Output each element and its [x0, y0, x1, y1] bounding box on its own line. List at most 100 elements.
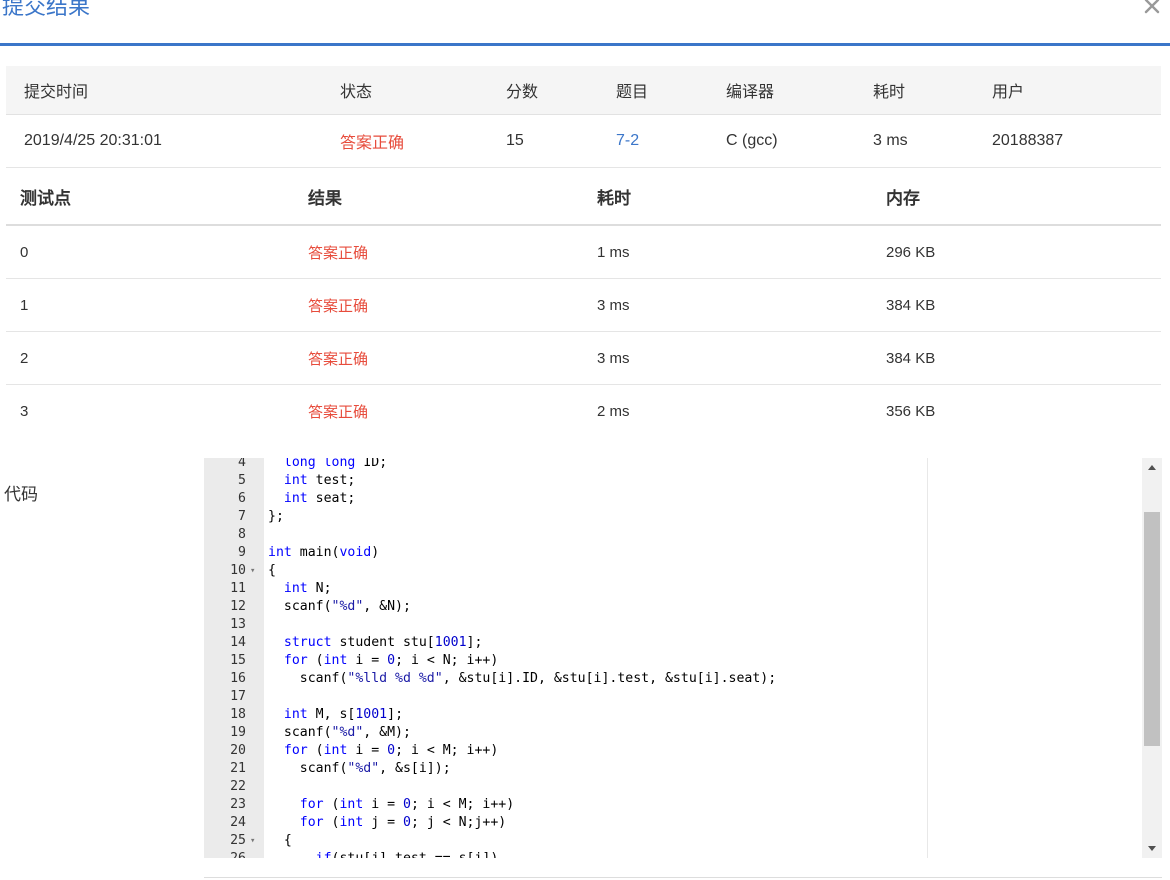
header-compiler: 编译器 — [726, 84, 775, 101]
scroll-down-icon[interactable] — [1142, 840, 1162, 858]
line-number: 10 — [230, 563, 246, 578]
line-number: 24 — [230, 815, 246, 830]
code-text: int test; — [283, 473, 356, 488]
summary-header-row: 提交时间 状态 分数 题目 编译器 耗时 用户 — [6, 66, 1161, 114]
code-text: for (int i = 0; i < M; i++) — [299, 797, 515, 812]
scroll-up-icon[interactable] — [1142, 458, 1162, 476]
code-line: 13 — [204, 616, 1162, 634]
dialog-title: 提交结果 — [2, 0, 91, 19]
header-result: 结果 — [308, 188, 342, 208]
code-line: 24 for (int j = 0; j < N;j++) — [204, 814, 1162, 832]
editor-scrollbar[interactable] — [1142, 458, 1162, 858]
line-number: 5 — [238, 473, 246, 488]
code-line: 18 int M, s[1001]; — [204, 706, 1162, 724]
code-text: if(stu[j].test == s[i]) — [268, 850, 499, 858]
test-result: 答案正确 — [308, 297, 369, 315]
code-text: }; — [268, 509, 284, 524]
code-line: 8 — [204, 526, 1162, 544]
code-lines: 4 long long ID; 5 int test; 6 int seat; 7};… — [204, 458, 1162, 858]
code-text: scanf("%d", &M); — [268, 725, 411, 740]
code-line: 11 int N; — [204, 580, 1162, 598]
line-number: 25 — [230, 833, 246, 848]
code-line: 21 scanf("%d", &s[i]); — [204, 760, 1162, 778]
code-text: scanf("%d", &s[i]); — [268, 761, 451, 776]
test-time: 2 ms — [597, 403, 630, 420]
test-time: 3 ms — [597, 296, 630, 314]
line-number: 6 — [238, 491, 246, 506]
user-value: 20188387 — [992, 132, 1064, 149]
line-number: 15 — [230, 653, 246, 668]
line-number: 11 — [230, 581, 246, 596]
header-memory: 内存 — [886, 188, 920, 208]
code-text: scanf("%d", &N); — [268, 599, 411, 614]
line-number: 19 — [230, 725, 246, 740]
submission-summary-table: 提交时间 状态 分数 题目 编译器 耗时 用户 2019/4/25 20:31:… — [6, 66, 1161, 168]
line-number: 17 — [230, 689, 246, 704]
code-text: scanf("%lld %d %d", &stu[i].ID, &stu[i].… — [268, 671, 777, 686]
header-elapsed: 耗时 — [873, 84, 906, 101]
test-memory: 296 KB — [886, 243, 936, 261]
submit-time: 2019/4/25 20:31:01 — [24, 132, 162, 149]
table-row: 0 答案正确 1 ms 296 KB — [6, 226, 1161, 279]
table-row: 2 答案正确 3 ms 384 KB — [6, 332, 1161, 385]
header-user: 用户 — [992, 84, 1025, 101]
code-line: 12 scanf("%d", &N); — [204, 598, 1162, 616]
code-text: long long ID; — [283, 458, 388, 470]
test-cases-table: 测试点 结果 耗时 内存 0 答案正确 1 ms 296 KB 1 答案正确 3… — [6, 168, 1161, 438]
line-number: 22 — [230, 779, 246, 794]
header-problem: 题目 — [616, 84, 649, 101]
header-submit-time: 提交时间 — [24, 84, 89, 101]
code-line: 26 if(stu[j].test == s[i]) — [204, 850, 1162, 858]
header-time: 耗时 — [597, 188, 631, 208]
score-value: 15 — [506, 132, 524, 149]
line-number: 20 — [230, 743, 246, 758]
line-number: 4 — [238, 458, 246, 470]
close-icon[interactable] — [1140, 0, 1164, 18]
line-number: 12 — [230, 599, 246, 614]
compiler-value: C (gcc) — [726, 132, 778, 149]
code-line: 5 int test; — [204, 472, 1162, 490]
fold-arrow-icon[interactable]: ▾ — [250, 562, 260, 580]
line-number: 16 — [230, 671, 246, 686]
problem-link[interactable]: 7-2 — [616, 115, 639, 167]
test-result: 答案正确 — [308, 404, 369, 421]
test-result: 答案正确 — [308, 350, 369, 368]
line-number: 26 — [204, 850, 246, 858]
code-text: int seat; — [283, 491, 356, 506]
divider — [204, 877, 1162, 878]
code-label: 代码 — [4, 485, 38, 504]
line-number: 9 — [238, 545, 246, 560]
test-id: 0 — [20, 243, 29, 261]
dialog-header: 提交结果 — [0, 0, 1170, 46]
code-text: for (int i = 0; i < N; i++) — [283, 653, 499, 668]
code-line: 20 for (int i = 0; i < M; i++) — [204, 742, 1162, 760]
test-id: 2 — [20, 349, 29, 367]
code-text: int main(void) — [268, 545, 380, 560]
test-time: 3 ms — [597, 349, 630, 367]
line-number: 23 — [230, 797, 246, 812]
code-line: 14 struct student stu[1001]; — [204, 634, 1162, 652]
code-line: 25 ▾ { — [204, 832, 1162, 850]
line-number: 21 — [230, 761, 246, 776]
table-row: 3 答案正确 2 ms 356 KB — [6, 385, 1161, 438]
fold-arrow-icon[interactable]: ▾ — [250, 832, 260, 850]
code-text: { — [268, 563, 276, 578]
code-line: 10 ▾ { — [204, 562, 1162, 580]
status-badge: 答案正确 — [340, 135, 405, 152]
code-text: int N; — [283, 581, 332, 596]
code-text: { — [268, 833, 292, 848]
test-memory: 384 KB — [886, 296, 936, 314]
test-memory: 356 KB — [886, 403, 936, 420]
code-line: 19 scanf("%d", &M); — [204, 724, 1162, 742]
test-time: 1 ms — [597, 243, 630, 261]
code-line: 4 long long ID; — [204, 458, 1162, 472]
code-line: 22 — [204, 778, 1162, 796]
header-test-point: 测试点 — [20, 188, 71, 208]
code-line: 23 for (int i = 0; i < M; i++) — [204, 796, 1162, 814]
summary-row: 2019/4/25 20:31:01 答案正确 15 7-2 C (gcc) 3… — [6, 114, 1161, 168]
code-editor[interactable]: 4 long long ID; 5 int test; 6 int seat; 7};… — [204, 458, 1162, 858]
scrollbar-thumb[interactable] — [1144, 512, 1160, 746]
code-line: 17 — [204, 688, 1162, 706]
code-text: int M, s[1001]; — [283, 707, 404, 722]
code-line: 6 int seat; — [204, 490, 1162, 508]
